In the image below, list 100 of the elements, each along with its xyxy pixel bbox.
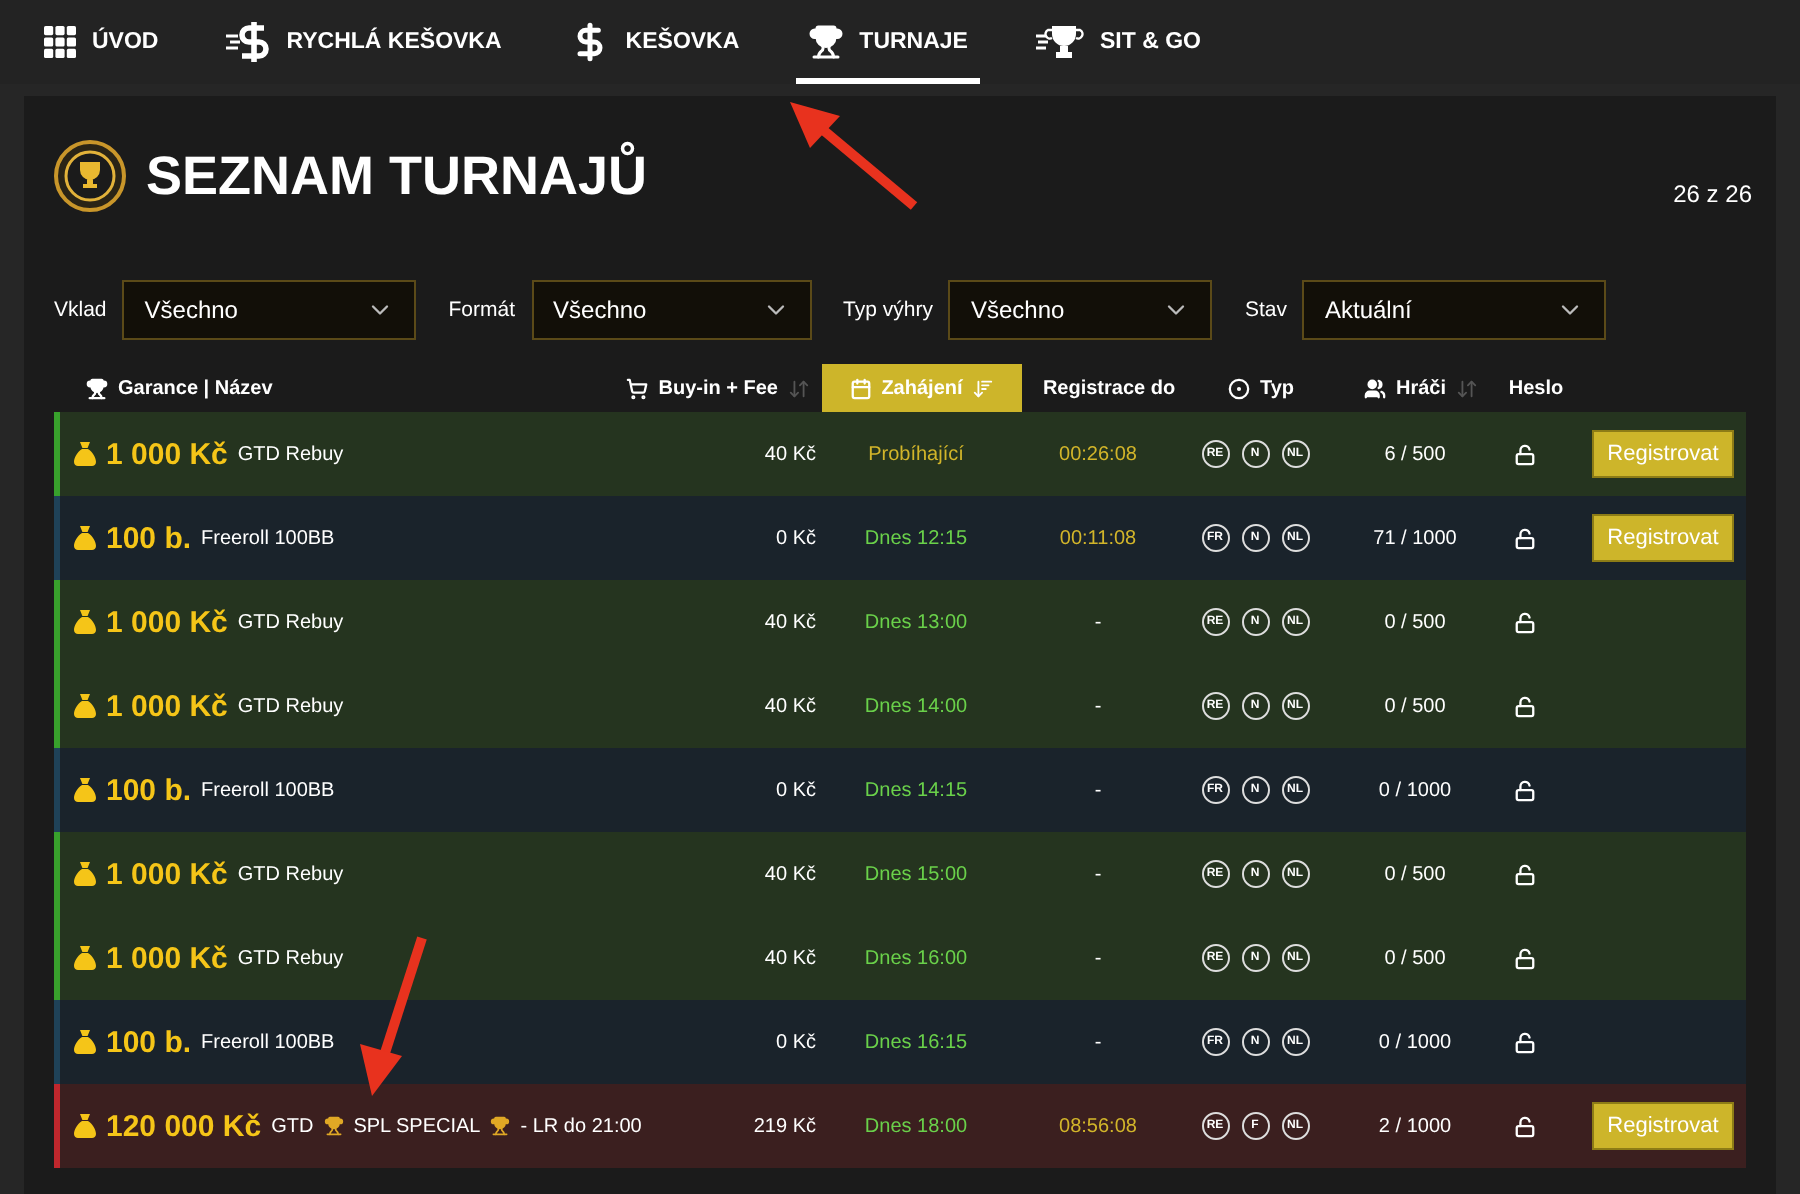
- tournament-name: GTD Rebuy: [237, 695, 344, 717]
- unlocked-icon: [1514, 611, 1536, 633]
- player-count: 71 / 1000: [1371, 527, 1459, 549]
- start-time: Dnes 12:15: [862, 527, 970, 549]
- tournament-name: Freeroll 100BB: [201, 1031, 335, 1053]
- buy-in: 40 Kč: [762, 863, 816, 885]
- trophy-icon: [807, 24, 844, 60]
- filter-select[interactable]: Všechno: [948, 280, 1213, 340]
- filter-select[interactable]: Všechno: [531, 280, 812, 340]
- registration-deadline: -: [1092, 779, 1104, 801]
- guarantee-amount: 1 000 Kč: [106, 941, 228, 975]
- nav-tab[interactable]: ÚVOD: [32, 0, 171, 84]
- trophy-chip-icon: [54, 140, 126, 212]
- money-bag-icon: [74, 946, 96, 970]
- calendar-icon: [849, 377, 872, 399]
- start-time: Dnes 18:00: [862, 1115, 970, 1137]
- tournament-name: GTD Rebuy: [237, 611, 344, 633]
- grid-icon: [44, 26, 76, 58]
- nav-tab[interactable]: KEŠOVKA: [557, 0, 752, 84]
- start-time: Dnes 15:00: [862, 863, 970, 885]
- money-bag-icon: [74, 694, 96, 718]
- buy-in: 40 Kč: [762, 443, 816, 465]
- money-bag-icon: [74, 610, 96, 634]
- filter-select[interactable]: Aktuální: [1302, 280, 1607, 340]
- registration-deadline: 00:11:08: [1057, 527, 1139, 549]
- guarantee-amount: 120 000 Kč: [106, 1109, 262, 1143]
- player-count: 0 / 500: [1382, 611, 1448, 633]
- trophy-icon: [323, 1116, 344, 1136]
- player-count: 0 / 1000: [1376, 1031, 1454, 1053]
- money-bag-icon: [74, 526, 96, 550]
- tournament-title: SPL SPECIAL: [353, 1115, 481, 1137]
- unlocked-icon: [1514, 1115, 1536, 1137]
- start-time: Dnes 14:15: [862, 779, 970, 801]
- column-header[interactable]: Typ: [1186, 364, 1336, 412]
- trophy-icon: [86, 377, 108, 399]
- tournament-name: GTD Rebuy: [237, 443, 344, 465]
- nav-tab[interactable]: SIT & GO: [1023, 0, 1213, 84]
- buy-in: 40 Kč: [762, 695, 816, 717]
- money-bag-icon: [74, 862, 96, 886]
- column-header[interactable]: Hráči: [1336, 364, 1506, 412]
- money-bag-icon: [74, 778, 96, 802]
- unlocked-icon: [1514, 527, 1536, 549]
- buy-in: 0 Kč: [773, 779, 816, 801]
- start-time: Probíhající: [866, 443, 966, 465]
- player-count: 2 / 1000: [1376, 1115, 1454, 1137]
- column-header[interactable]: Buy-in + Fee: [602, 364, 822, 412]
- tournament-name: Freeroll 100BB: [201, 527, 335, 549]
- cart-icon: [626, 377, 649, 399]
- column-header[interactable]: Garance | Název: [74, 364, 602, 412]
- player-count: 0 / 1000: [1376, 779, 1454, 801]
- annotation-arrow: [790, 102, 918, 210]
- guarantee-amount: 100 b.: [106, 1025, 192, 1059]
- start-time: Dnes 16:00: [862, 947, 970, 969]
- trophy-icon: [490, 1116, 511, 1136]
- filter-label: Typ výhry: [843, 298, 933, 322]
- filter-label: Formát: [448, 298, 516, 322]
- buy-in: 40 Kč: [762, 611, 816, 633]
- buy-in: 219 Kč: [751, 1115, 816, 1137]
- player-count: 6 / 500: [1382, 443, 1448, 465]
- tournament-name: GTD Rebuy: [237, 947, 344, 969]
- money-bag-icon: [74, 1114, 96, 1138]
- tournament-name: Freeroll 100BB: [201, 779, 335, 801]
- money-bag-icon: [74, 1030, 96, 1054]
- filter-select[interactable]: Všechno: [122, 280, 417, 340]
- guarantee-amount: 100 b.: [106, 773, 192, 807]
- page-title: SEZNAM TURNAJŮ: [146, 145, 648, 207]
- tournament-name: GTD Rebuy: [237, 863, 344, 885]
- users-icon: [1363, 377, 1386, 399]
- dollar-speed-icon: [226, 20, 271, 64]
- money-bag-icon: [74, 442, 96, 466]
- start-time: Dnes 13:00: [862, 611, 970, 633]
- buy-in: 0 Kč: [773, 1031, 816, 1053]
- unlocked-icon: [1514, 1031, 1536, 1053]
- start-time: Dnes 16:15: [862, 1031, 970, 1053]
- registration-deadline: -: [1092, 611, 1104, 633]
- registration-deadline: -: [1092, 1031, 1104, 1053]
- player-count: 0 / 500: [1382, 863, 1448, 885]
- registration-deadline: -: [1092, 947, 1104, 969]
- unlocked-icon: [1514, 947, 1536, 969]
- unlocked-icon: [1514, 779, 1536, 801]
- player-count: 0 / 500: [1382, 947, 1448, 969]
- result-count: 26 z 26: [1673, 180, 1752, 208]
- tournament-note: - LR do 21:00: [520, 1115, 642, 1137]
- guarantee-amount: 1 000 Kč: [106, 437, 228, 471]
- guarantee-amount: 100 b.: [106, 521, 192, 555]
- filter-label: Vklad: [54, 298, 107, 322]
- guarantee-amount: 1 000 Kč: [106, 689, 228, 723]
- unlocked-icon: [1514, 863, 1536, 885]
- registration-deadline: 08:56:08: [1057, 1115, 1139, 1137]
- trophy-speed-icon: [1035, 24, 1084, 60]
- column-header[interactable]: Registrace do: [1022, 364, 1186, 412]
- nav-tab[interactable]: TURNAJE: [795, 0, 980, 84]
- registration-deadline: -: [1092, 695, 1104, 717]
- unlocked-icon: [1514, 695, 1536, 717]
- tournament-name: GTD: [271, 1115, 314, 1137]
- nav-tab[interactable]: RYCHLÁ KEŠOVKA: [214, 0, 514, 84]
- buy-in: 0 Kč: [773, 527, 816, 549]
- chip-icon: [1227, 377, 1250, 399]
- guarantee-amount: 1 000 Kč: [106, 857, 228, 891]
- registration-deadline: 00:26:08: [1057, 443, 1139, 465]
